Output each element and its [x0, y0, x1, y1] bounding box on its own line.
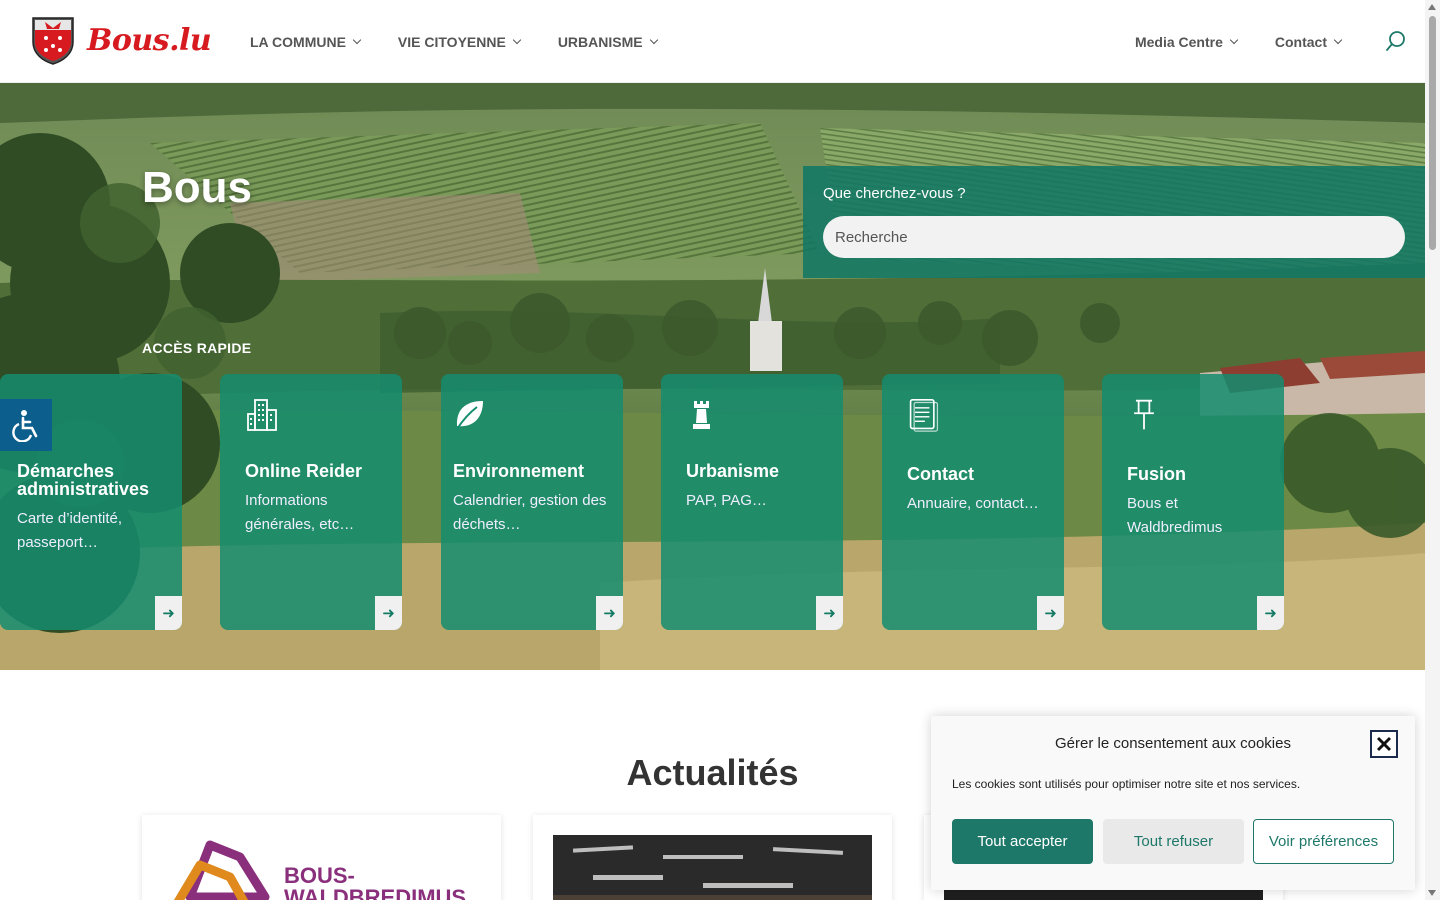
quick-card-urbanisme[interactable]: Urbanisme PAP, PAG… ➜	[661, 374, 843, 630]
cookie-title: Gérer le consentement aux cookies	[1055, 735, 1291, 752]
nav-label: Media Centre	[1134, 33, 1223, 50]
cookie-consent-dialog: Gérer le consentement aux cookies Les co…	[931, 716, 1415, 890]
card-title: Urbanisme	[686, 461, 780, 481]
quick-card-environnement[interactable]: Environnement Calendrier, gestion des dé…	[441, 374, 623, 630]
building-icon	[247, 399, 277, 431]
card-desc: Bous et Waldbredimus	[1127, 495, 1223, 536]
search-panel: Que cherchez-vous ?	[803, 166, 1425, 278]
nav-vie-citoyenne[interactable]: VIE CITOYENNE	[397, 33, 522, 50]
scroll-up-icon[interactable]	[1428, 4, 1436, 10]
arrow-right-icon[interactable]: ➜	[375, 596, 402, 630]
notepad-icon	[909, 398, 939, 432]
nav-media-centre[interactable]: Media Centre	[1134, 33, 1239, 50]
card-desc: Annuaire, contact…	[907, 495, 1039, 512]
quick-access-heading: ACCÈS RAPIDE	[142, 340, 252, 356]
news-image	[944, 889, 1263, 900]
card-title: Online Reider	[245, 461, 363, 481]
hero-section: Bous Que cherchez-vous ? ACCÈS RAPIDE Dé…	[0, 83, 1425, 670]
bous-waldbredimus-logo-icon	[173, 840, 270, 900]
news-logo-text: WALDBREDIMUS	[284, 885, 467, 900]
refuse-all-button[interactable]: Tout refuser	[1103, 819, 1244, 864]
card-desc: PAP, PAG…	[686, 492, 767, 509]
card-title: Contact	[907, 464, 974, 484]
cookie-text: Les cookies sont utilisés pour optimiser…	[952, 777, 1301, 791]
page-scrollbar[interactable]	[1425, 0, 1440, 900]
page-title: Bous	[142, 163, 252, 212]
card-desc: Carte d’identité, passeport…	[17, 510, 123, 551]
quick-card-fusion[interactable]: Fusion Bous et Waldbredimus ➜	[1102, 374, 1284, 630]
nav-label: URBANISME	[557, 33, 643, 50]
main-nav-left: LA COMMUNE VIE CITOYENNE URBANISME	[250, 0, 695, 83]
nav-label: LA COMMUNE	[250, 33, 346, 50]
wheelchair-icon	[12, 410, 38, 442]
card-desc: Informations générales, etc…	[245, 492, 355, 533]
site-header: Bous.lu LA COMMUNE VIE CITOYENNE URBANIS…	[0, 0, 1425, 83]
card-title: Environnement	[453, 461, 585, 481]
quick-card-contact[interactable]: Contact Annuaire, contact… ➜	[882, 374, 1064, 630]
nav-label: VIE CITOYENNE	[397, 33, 506, 50]
leaf-icon	[456, 401, 483, 430]
news-card[interactable]	[533, 815, 892, 900]
pin-icon	[1134, 399, 1154, 430]
main-nav-right: Media Centre Contact	[1134, 0, 1343, 83]
card-desc: Calendrier, gestion des déchets…	[453, 492, 607, 533]
arrow-right-icon[interactable]: ➜	[596, 596, 623, 630]
arrow-right-icon[interactable]: ➜	[155, 596, 182, 630]
nav-urbanisme[interactable]: URBANISME	[557, 33, 658, 50]
accept-all-button[interactable]: Tout accepter	[952, 819, 1093, 864]
arrow-right-icon[interactable]: ➜	[1037, 596, 1064, 630]
quick-card-online-reider[interactable]: Online Reider Informations générales, et…	[220, 374, 402, 630]
news-image	[553, 835, 872, 900]
chevron-down-icon	[649, 35, 658, 44]
arrow-right-icon[interactable]: ➜	[816, 596, 843, 630]
search-input[interactable]	[823, 216, 1405, 258]
nav-contact[interactable]: Contact	[1274, 33, 1343, 50]
news-card[interactable]: BOUS- WALDBREDIMUS	[142, 815, 501, 900]
commune-crest-icon	[32, 17, 74, 65]
logo-text: Bous.lu	[87, 23, 212, 58]
nav-label: Contact	[1274, 33, 1327, 50]
card-title: Fusion	[1127, 464, 1186, 484]
search-label: Que cherchez-vous ?	[823, 185, 966, 202]
site-logo[interactable]: Bous.lu	[31, 16, 212, 65]
chevron-down-icon	[352, 35, 362, 44]
news-logo-text: BOUS-	[284, 863, 355, 888]
arrow-right-icon[interactable]: ➜	[1257, 596, 1284, 630]
chevron-down-icon	[1229, 35, 1239, 44]
nav-la-commune[interactable]: LA COMMUNE	[250, 33, 362, 50]
close-icon	[1376, 736, 1392, 752]
search-icon[interactable]	[1385, 30, 1407, 52]
scroll-down-icon[interactable]	[1428, 890, 1436, 896]
chevron-down-icon	[1333, 35, 1343, 44]
cookie-close-button[interactable]	[1370, 730, 1398, 758]
tower-icon	[693, 401, 710, 429]
scrollbar-thumb[interactable]	[1429, 16, 1436, 250]
chevron-down-icon	[512, 35, 522, 44]
accessibility-button[interactable]	[0, 399, 52, 451]
card-title: Démarches administratives	[17, 461, 150, 499]
view-preferences-button[interactable]: Voir préférences	[1253, 819, 1394, 864]
